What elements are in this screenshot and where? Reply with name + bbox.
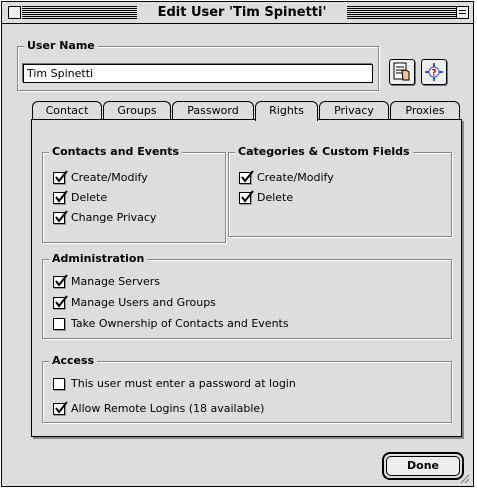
- contacts-events-group: Contacts and Events Create/Modify Delete…: [42, 145, 226, 243]
- checkbox-label: Create/Modify: [71, 171, 148, 184]
- checkbox-label: Allow Remote Logins (18 available): [71, 402, 265, 415]
- window-title: Edit User 'Tim Spinetti': [137, 3, 347, 22]
- tab-proxies[interactable]: Proxies: [390, 101, 460, 120]
- checkbox[interactable]: [53, 378, 65, 390]
- close-box-icon[interactable]: [8, 6, 21, 19]
- checkbox[interactable]: [53, 401, 68, 415]
- tab-groups[interactable]: Groups: [103, 101, 171, 120]
- checkbox[interactable]: [53, 318, 65, 330]
- tab-privacy[interactable]: Privacy: [319, 101, 389, 120]
- tab-contact[interactable]: Contact: [32, 101, 102, 120]
- checkbox[interactable]: [53, 170, 68, 184]
- access-group: Access This user must enter a password a…: [42, 354, 452, 423]
- categories-group: Categories & Custom Fields Create/Modify…: [228, 145, 452, 237]
- checkbox-label: This user must enter a password at login: [71, 377, 296, 390]
- administration-group: Administration Manage Servers Manage Use…: [42, 252, 452, 339]
- done-button-ring: Done: [382, 452, 464, 480]
- checkbox[interactable]: [53, 295, 68, 309]
- checkbox[interactable]: [239, 170, 254, 184]
- help-question-icon: ?: [425, 63, 443, 84]
- title-bar[interactable]: Edit User 'Tim Spinetti': [2, 2, 473, 24]
- collapse-box-icon[interactable]: [456, 6, 469, 19]
- checkbox[interactable]: [239, 190, 254, 204]
- checkbox-label: Manage Users and Groups: [71, 296, 216, 309]
- notes-button[interactable]: [389, 59, 415, 85]
- edit-user-window: Edit User 'Tim Spinetti' User Name Tim S…: [1, 1, 474, 487]
- tab-rights[interactable]: Rights: [255, 101, 318, 121]
- checkbox-label: Delete: [257, 191, 294, 204]
- contacts-events-title: Contacts and Events: [49, 145, 183, 159]
- tab-password[interactable]: Password: [172, 101, 254, 120]
- checkbox-label: Create/Modify: [257, 171, 334, 184]
- notes-hand-icon: [393, 62, 411, 85]
- resize-grip-icon[interactable]: [458, 472, 470, 487]
- user-name-label: User Name: [24, 39, 98, 53]
- checkbox-label: Change Privacy: [71, 211, 157, 224]
- help-button[interactable]: ?: [421, 59, 447, 85]
- checkbox-label: Manage Servers: [71, 275, 160, 288]
- checkbox[interactable]: [53, 274, 68, 288]
- svg-text:?: ?: [431, 69, 436, 79]
- checkbox[interactable]: [53, 190, 68, 204]
- done-button[interactable]: Done: [386, 456, 460, 476]
- rights-panel: Contacts and Events Create/Modify Delete…: [31, 119, 462, 437]
- access-title: Access: [49, 354, 98, 368]
- administration-title: Administration: [49, 252, 148, 266]
- categories-title: Categories & Custom Fields: [235, 145, 413, 159]
- checkbox-label: Delete: [71, 191, 108, 204]
- user-name-field[interactable]: Tim Spinetti: [23, 64, 373, 83]
- checkbox[interactable]: [53, 210, 68, 224]
- checkbox-label: Take Ownership of Contacts and Events: [71, 317, 289, 330]
